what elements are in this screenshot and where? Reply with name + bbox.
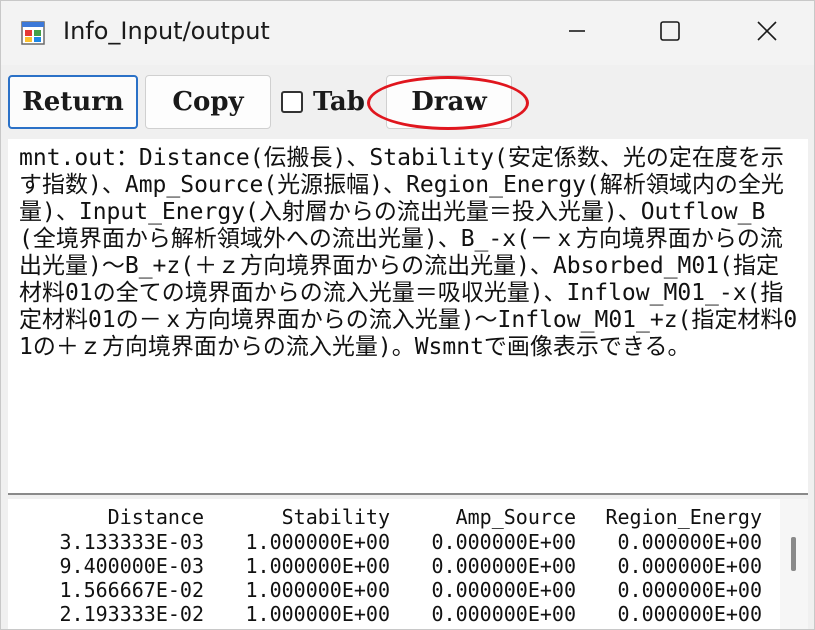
copy-button[interactable]: Copy	[145, 75, 271, 129]
vertical-scrollbar[interactable]	[780, 499, 808, 629]
info-window: Info_Input/output Return Copy Tab Draw m…	[0, 0, 815, 630]
scrollbar-thumb[interactable]	[791, 537, 796, 571]
table-cell: 1.000000E+00	[245, 530, 391, 554]
table-cell: 1.566667E-02	[59, 578, 205, 602]
draw-button[interactable]: Draw	[386, 75, 512, 129]
maximize-button[interactable]	[639, 9, 701, 57]
description-text: mnt.out：Distance(伝搬長)、Stability(安定係数、光の定…	[19, 145, 798, 360]
table-cell: 3.133333E-03	[59, 530, 205, 554]
table-cell: 2.193333E-02	[59, 602, 205, 626]
table-cell: 0.000000E+00	[431, 578, 577, 602]
table-cell: 0.000000E+00	[617, 578, 763, 602]
table-cell: 0.000000E+00	[617, 530, 763, 554]
close-icon	[756, 20, 778, 46]
title-bar[interactable]: Info_Input/output	[1, 1, 814, 65]
minimize-icon	[567, 21, 587, 45]
return-button[interactable]: Return	[8, 75, 138, 129]
table-cell: 1.000000E+00	[245, 578, 391, 602]
column-header-amp-source: Amp_Source	[455, 505, 576, 529]
column-header-region-energy: Region_Energy	[605, 505, 762, 529]
table-cell: 1.000000E+00	[245, 602, 391, 626]
tab-checkbox-label[interactable]: Tab	[313, 87, 365, 117]
maximize-icon	[659, 20, 681, 46]
output-data-table[interactable]: Distance Stability Amp_Source Region_Ene…	[8, 499, 808, 629]
table-cell: 1.000000E+00	[245, 554, 391, 578]
app-window-icon	[21, 21, 45, 45]
close-button[interactable]	[736, 9, 798, 57]
table-cell: 0.000000E+00	[617, 602, 763, 626]
tab-checkbox-box[interactable]	[281, 91, 303, 113]
tab-checkbox[interactable]: Tab	[281, 75, 365, 129]
table-cell: 0.000000E+00	[431, 602, 577, 626]
table-cell: 0.000000E+00	[431, 530, 577, 554]
window-title: Info_Input/output	[63, 17, 270, 45]
column-header-stability: Stability	[281, 505, 390, 529]
toolbar: Return Copy Tab Draw	[1, 65, 814, 137]
table-cell: 0.000000E+00	[431, 554, 577, 578]
table-cell: 0.000000E+00	[617, 554, 763, 578]
description-textbox[interactable]: mnt.out：Distance(伝搬長)、Stability(安定係数、光の定…	[8, 139, 808, 495]
column-header-distance: Distance	[107, 505, 204, 529]
table-cell: 9.400000E-03	[59, 554, 205, 578]
minimize-button[interactable]	[546, 9, 608, 57]
